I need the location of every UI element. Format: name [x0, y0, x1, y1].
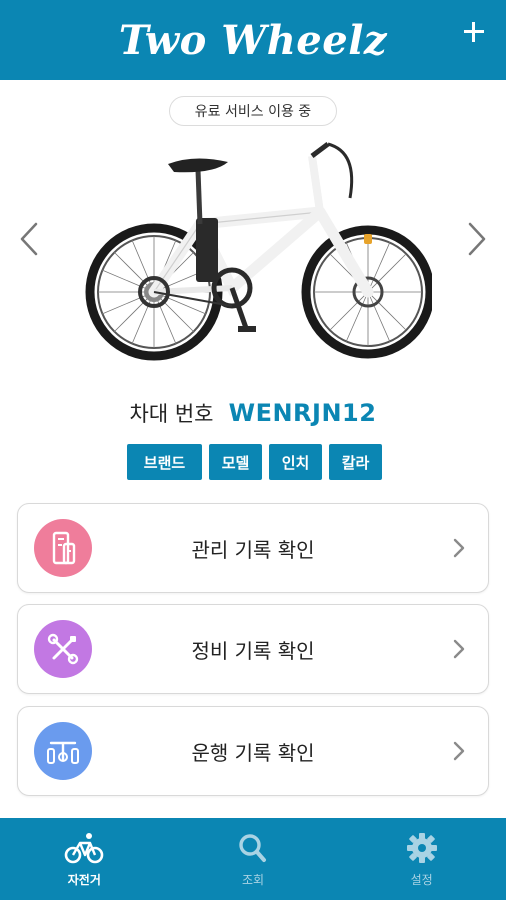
- nav-item-search[interactable]: 조회: [169, 818, 338, 900]
- nav-label-settings: 설정: [410, 872, 433, 887]
- repair-record-label: 정비 기록 확인: [191, 638, 315, 663]
- add-button[interactable]: [462, 20, 486, 44]
- bicycle-icon: [65, 832, 104, 863]
- chevron-right-icon: [453, 639, 465, 659]
- chevron-left-icon[interactable]: [18, 222, 40, 256]
- bottom-navigation: 자전거 조회 설정: [0, 818, 506, 900]
- app-header: Two Wheelz: [0, 0, 506, 80]
- vehicle-tags: 브랜드 모델 인치 칼라: [127, 444, 382, 480]
- nav-item-bicycle[interactable]: 자전거: [0, 818, 169, 900]
- ride-record-label: 운행 기록 확인: [191, 740, 315, 765]
- tag-inch[interactable]: 인치: [269, 444, 322, 480]
- chevron-right-icon: [453, 741, 465, 761]
- search-icon: [239, 833, 266, 862]
- service-status-badge: 유료 서비스 이용 중: [169, 96, 337, 126]
- app-title: Two Wheelz: [118, 16, 388, 64]
- chassis-number-row: 차대 번호 WENRJN12: [0, 398, 506, 428]
- tag-model[interactable]: 모델: [209, 444, 262, 480]
- chevron-right-icon[interactable]: [466, 222, 488, 256]
- chassis-number-value: WENRJN12: [228, 399, 377, 427]
- ride-record-card[interactable]: 운행 기록 확인: [17, 706, 489, 796]
- app-screen: Two Wheelz 유료 서비스 이용 중 차대 번호 WENRJN12 브랜…: [0, 0, 506, 900]
- chassis-number-label: 차대 번호: [129, 402, 214, 426]
- management-record-label: 관리 기록 확인: [191, 537, 315, 562]
- tag-brand[interactable]: 브랜드: [127, 444, 202, 480]
- nav-label-search: 조회: [241, 872, 265, 887]
- management-record-card[interactable]: 관리 기록 확인: [17, 503, 489, 593]
- repair-record-card[interactable]: 정비 기록 확인: [17, 604, 489, 694]
- nav-label-bicycle: 자전거: [67, 872, 101, 887]
- gear-icon: [406, 832, 437, 863]
- bicycle-image: [85, 142, 432, 361]
- nav-item-settings[interactable]: 설정: [337, 818, 506, 900]
- tag-color[interactable]: 칼라: [329, 444, 382, 480]
- chevron-right-icon: [453, 538, 465, 558]
